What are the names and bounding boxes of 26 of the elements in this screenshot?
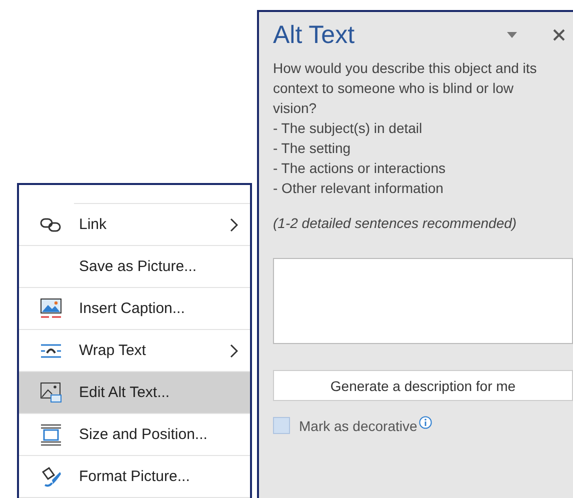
description-field[interactable] — [273, 258, 573, 344]
close-icon[interactable] — [553, 29, 565, 41]
generate-button[interactable]: Generate a description for me — [273, 370, 573, 401]
checkbox-label: Mark as decorative — [299, 418, 418, 434]
menu-item[interactable]: Edit Alt Text... — [19, 372, 250, 414]
hint-text: (1-2 detailed sentences recommended) — [273, 214, 518, 233]
menu-item[interactable]: Link — [19, 204, 250, 246]
prompt-text: How would you describe this object and its context to someone who is blind or low vision? — [273, 59, 538, 118]
size-icon — [40, 424, 62, 446]
prompt-bullet: - The setting — [273, 139, 352, 158]
pane-title: Alt Text — [273, 20, 356, 50]
paint-bucket-icon — [40, 466, 62, 488]
checkbox[interactable] — [273, 417, 290, 434]
menu-item[interactable]: Save as Picture... — [19, 246, 250, 288]
info-icon[interactable] — [419, 416, 432, 429]
prompt-bullet: - Other relevant information — [273, 179, 444, 198]
alt-text-icon — [40, 382, 62, 404]
menu-item[interactable]: Insert Caption... — [19, 288, 250, 330]
caret-down-icon[interactable] — [507, 32, 517, 38]
image-caption-icon — [40, 298, 62, 320]
prompt-bullet: - The actions or interactions — [273, 159, 446, 178]
menu-item[interactable]: Size and Position... — [19, 414, 250, 456]
link-icon — [40, 218, 62, 232]
menu-item[interactable]: Format Picture... — [19, 456, 250, 498]
text-wrap-icon — [40, 342, 62, 358]
prompt-bullet: - The subject(s) in detail — [273, 119, 424, 138]
